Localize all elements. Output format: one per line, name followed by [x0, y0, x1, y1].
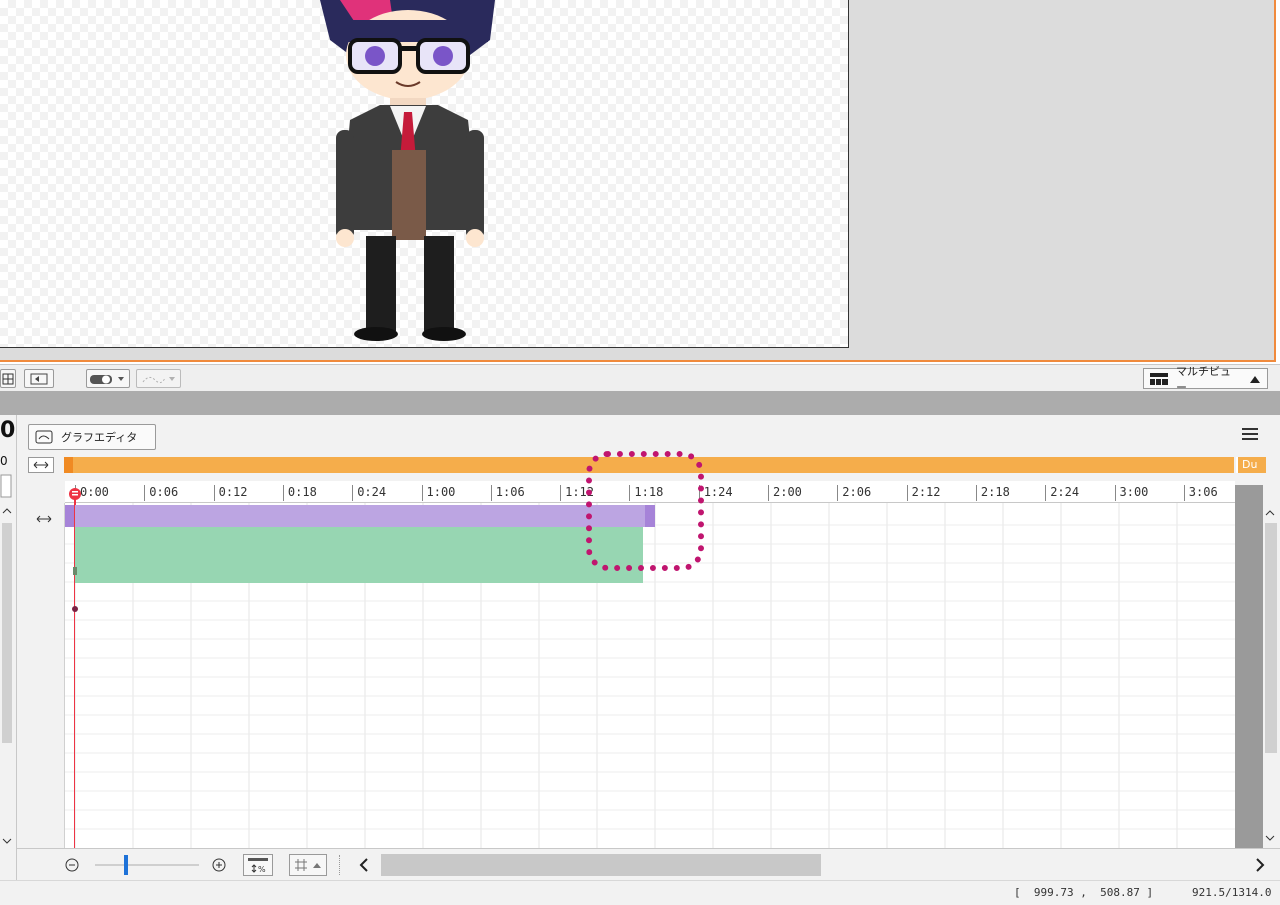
purple-clip[interactable] [65, 505, 655, 527]
zoom-in-icon[interactable] [212, 858, 226, 872]
horizontal-scroll-thumb[interactable] [381, 854, 821, 876]
ruler-tick-label: 1:06 [490, 485, 525, 501]
ruler-tick-label: 0:06 [144, 485, 178, 501]
range-end-label: Du [1236, 457, 1266, 473]
flip-button[interactable] [24, 369, 54, 388]
expand-arrows-icon [33, 461, 49, 469]
svg-text:%: % [258, 865, 266, 874]
left-panel-edge [0, 415, 17, 880]
graph-editor-label: グラフエディタ [61, 431, 138, 444]
partial-frame-number: 0 [0, 418, 16, 443]
highlight-annotation [586, 451, 704, 571]
viewport-toolbar: マルチビュー [0, 364, 1280, 394]
ruler-tick-label: 2:12 [906, 485, 941, 501]
path-curve-icon [142, 376, 175, 383]
chevron-right-icon[interactable] [1253, 857, 1267, 873]
playhead-line[interactable] [74, 503, 75, 848]
cursor-coordinates: [ 999.73 , 508.87 ] [1014, 886, 1154, 899]
ruler-tick-label: 3:00 [1114, 485, 1148, 501]
app-root: マルチビュー グラフエディタ Du 0:00 0:06 0:12 0:18 0:… [0, 0, 1280, 905]
graph-editor-icon [35, 430, 53, 444]
grid-icon [295, 859, 307, 871]
green-clip[interactable] [75, 527, 643, 583]
fit-percent-button[interactable]: % [243, 854, 273, 876]
keyframe-marker[interactable] [72, 565, 78, 577]
flip-icon [30, 373, 48, 384]
expand-arrows-icon [36, 515, 52, 523]
range-start-handle[interactable] [64, 457, 73, 473]
path-mode-dropdown[interactable] [136, 369, 181, 388]
ruler-tick-label: 0:18 [282, 485, 317, 501]
ruler-tick-label: 2:00 [768, 485, 802, 501]
keyframe-dot[interactable] [71, 605, 79, 613]
grid-toggle-icon [2, 373, 14, 384]
right-scrollbar[interactable] [1235, 503, 1280, 848]
fit-percent-icon: % [248, 858, 268, 874]
ruler-tick-label: 2:06 [837, 485, 871, 501]
ruler-tick-label: 2:18 [975, 485, 1010, 501]
multiview-button[interactable]: マルチビュー [1143, 365, 1268, 394]
zoom-readout: 921.5/1314.0 [1192, 886, 1272, 899]
chevron-up-icon [1265, 510, 1275, 516]
graph-editor-button[interactable]: グラフエディタ [28, 424, 156, 450]
right-scroll-arrows[interactable] [1235, 503, 1280, 848]
ruler-tick-label: 0:12 [213, 485, 248, 501]
zoom-slider-thumb[interactable] [124, 855, 128, 875]
grid-dropdown-button[interactable] [289, 854, 327, 876]
multiview-icon [1150, 372, 1168, 385]
zoom-out-icon[interactable] [65, 858, 79, 872]
display-mode-dropdown[interactable] [86, 369, 130, 388]
status-bar: [ 999.73 , 508.87 ] 921.5/1314.0 [0, 880, 1280, 905]
hamburger-menu-icon[interactable] [1242, 427, 1258, 441]
chevron-down-icon [2, 838, 12, 844]
track-expand-button[interactable] [17, 505, 65, 535]
grid-toggle-button[interactable] [0, 369, 16, 388]
artboard[interactable] [0, 0, 849, 348]
triangle-up-icon [1250, 375, 1260, 383]
ruler-tick-label: 2:24 [1045, 485, 1079, 501]
ruler-right-end [1235, 485, 1263, 503]
chevron-left-icon[interactable] [357, 857, 371, 873]
ruler-tick-label: 3:06 [1183, 485, 1218, 501]
canvas-viewport[interactable] [0, 0, 1276, 362]
panel-divider [0, 391, 1280, 415]
ruler-tick-label: 1:00 [421, 485, 455, 501]
toggle-switch-icon [90, 374, 124, 384]
playhead-knob-icon[interactable] [68, 487, 82, 505]
timeline-zoom-bar: % [17, 848, 1280, 880]
left-scrollbar[interactable] [0, 415, 16, 880]
chevron-up-icon [2, 508, 12, 514]
chevron-down-icon [1265, 835, 1275, 841]
multiview-label: マルチビュー [1176, 364, 1231, 394]
triangle-up-icon [313, 863, 321, 868]
separator [339, 855, 340, 875]
track-header-column [17, 503, 65, 848]
range-expand-button[interactable] [28, 457, 54, 473]
partial-frame-number-small: 0 [0, 454, 8, 468]
ruler-tick-label: 0:24 [352, 485, 386, 501]
zoom-slider-track[interactable] [95, 864, 199, 866]
character-model[interactable] [320, 0, 500, 345]
